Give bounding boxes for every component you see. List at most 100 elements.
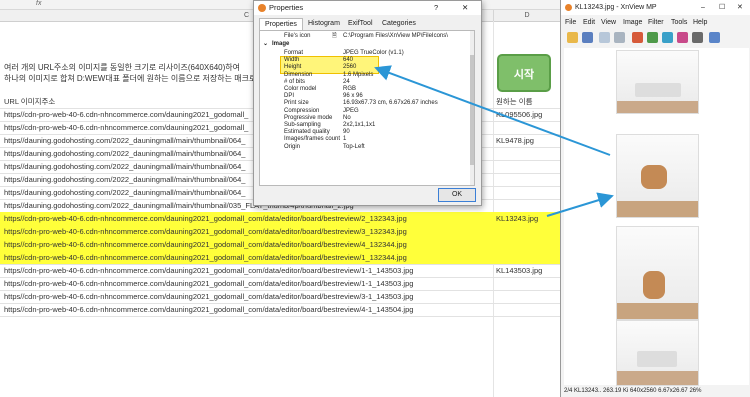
tab-exiftool[interactable]: ExifTool [343,18,378,29]
menu-filter[interactable]: Filter [648,17,664,28]
url-cell[interactable]: https//dauning.godohosting.com/2022_daun… [4,134,245,147]
name-cell[interactable]: KL13243.jpg [496,212,538,225]
browse-icon[interactable] [567,32,578,43]
url-cell[interactable]: https//cdn-pro-web-40-6.cdn-nhncommerce.… [4,251,407,264]
property-key: # of bits [284,78,306,85]
property-row[interactable]: Height 2560 [260,64,465,71]
start-button[interactable]: 시작 [497,54,551,92]
properties-dialog: Properties ? ✕ Properties Histogram Exif… [253,0,482,206]
effects-icon[interactable] [677,32,688,43]
url-header[interactable]: URL 이미지주소 [4,95,55,108]
column-header-d[interactable]: D [494,10,561,21]
table-row[interactable]: https//cdn-pro-web-40-6.cdn-nhncommerce.… [0,251,560,265]
xnview-window: KL13243.jpg - XnView MP – ☐ ✕ File Edit … [560,0,750,397]
close-button[interactable]: ✕ [462,1,468,15]
menu-image[interactable]: Image [623,17,642,28]
adjust-icon[interactable] [632,32,643,43]
property-key: Width [284,57,300,64]
property-value: 90 [343,129,350,136]
table-row[interactable]: https//cdn-pro-web-40-6.cdn-nhncommerce.… [0,290,560,304]
url-cell[interactable]: https//dauning.godohosting.com/2022_daun… [4,160,245,173]
ok-button[interactable]: OK [438,188,476,202]
url-cell[interactable]: https//cdn-pro-web-40-6.cdn-nhncommerce.… [4,121,248,134]
url-cell[interactable]: https//cdn-pro-web-40-6.cdn-nhncommerce.… [4,212,407,225]
property-key: Print size [284,100,309,107]
property-value: JPEG TrueColor (v1.1) [343,50,404,56]
fx-icon: fx [36,0,42,7]
property-row[interactable]: # of bits 24 [260,79,465,86]
minimize-icon[interactable]: – [701,0,705,15]
scrollbar-thumb[interactable] [470,55,474,165]
xnview-titlebar[interactable]: KL13243.jpg - XnView MP – ☐ ✕ [561,0,750,15]
name-header[interactable]: 원하는 이름 [496,95,533,108]
menu-file[interactable]: File [565,17,576,28]
property-row[interactable]: Width 640 [260,57,465,64]
property-row[interactable]: DPI 96 x 96 [260,93,465,100]
chair-photo-3 [616,226,699,320]
folder-icon[interactable] [614,32,625,43]
menu-help[interactable]: Help [693,17,707,28]
url-cell[interactable]: https//dauning.godohosting.com/2022_daun… [4,173,245,186]
tab-categories[interactable]: Categories [377,18,421,29]
xnview-statusbar: 2/4 KL13243.. 263.19 Ki 640x2560 6.67x26… [561,386,750,397]
rotate-icon[interactable] [662,32,673,43]
url-cell[interactable]: https//cdn-pro-web-40-6.cdn-nhncommerce.… [4,290,413,303]
table-row[interactable]: https//cdn-pro-web-40-6.cdn-nhncommerce.… [0,238,560,252]
menu-view[interactable]: View [601,17,616,28]
url-cell[interactable]: https//cdn-pro-web-40-6.cdn-nhncommerce.… [4,277,413,290]
close-icon[interactable]: ✕ [737,0,743,15]
property-value: 1 [343,136,347,143]
property-value: 1.6 Mpixels [343,71,374,78]
property-row[interactable]: Color model RGB [260,86,465,93]
tab-histogram[interactable]: Histogram [303,18,345,29]
table-row[interactable]: https//cdn-pro-web-40-6.cdn-nhncommerce.… [0,264,560,278]
table-row[interactable]: https//cdn-pro-web-40-6.cdn-nhncommerce.… [0,225,560,239]
property-value: 16.93x67.73 cm, 6.67x26.67 inches [343,100,438,107]
section-label: Image [272,41,290,47]
property-row[interactable]: Progressive mode No [260,115,465,122]
menu-edit[interactable]: Edit [583,17,595,28]
property-value: No [343,114,351,121]
table-row[interactable]: https//cdn-pro-web-40-6.cdn-nhncommerce.… [0,277,560,291]
property-row[interactable]: Print size 16.93x67.73 cm, 6.67x26.67 inc… [260,100,465,107]
url-cell[interactable]: https//dauning.godohosting.com/2022_daun… [4,147,245,160]
property-row[interactable]: Format JPEG TrueColor (v1.1) [260,50,465,57]
table-row[interactable]: https//cdn-pro-web-40-6.cdn-nhncommerce.… [0,212,560,226]
section-image[interactable]: ⌄ Image [260,41,465,48]
print-icon[interactable] [599,32,610,43]
histogram-icon[interactable] [709,32,720,43]
view-mode-icon[interactable] [692,32,703,43]
xnview-logo-icon [565,4,572,11]
properties-list: File's icon 🗎 C:\Program Files\XnView MP… [259,30,475,186]
properties-titlebar[interactable]: Properties ? ✕ [254,1,481,15]
url-cell[interactable]: https//dauning.godohosting.com/2022_daun… [4,186,245,199]
url-cell[interactable]: https//cdn-pro-web-40-6.cdn-nhncommerce.… [4,225,407,238]
property-key: Origin [284,143,301,150]
url-cell[interactable]: https//cdn-pro-web-40-6.cdn-nhncommerce.… [4,238,407,251]
property-key: File's icon [284,33,311,39]
property-row[interactable]: Dimension 1.6 Mpixels [260,72,465,79]
properties-scrollbar[interactable] [470,31,474,185]
name-cell[interactable]: KL143503.jpg [496,264,542,277]
table-row[interactable]: https//cdn-pro-web-40-6.cdn-nhncommerce.… [0,303,560,317]
property-row[interactable]: Images/frames count 1 [260,136,465,143]
property-key: Height [284,64,302,71]
url-cell[interactable]: https//cdn-pro-web-40-6.cdn-nhncommerce.… [4,303,413,316]
property-row[interactable]: Compression JPEG [260,108,465,115]
resize-icon[interactable] [647,32,658,43]
image-viewer[interactable] [564,48,749,386]
room-photo-4 [616,320,699,386]
menu-tools[interactable]: Tools [671,17,687,28]
property-row[interactable]: Origin Top-Left [260,144,465,151]
property-key: Images/frames count [284,136,341,143]
maximize-icon[interactable]: ☐ [719,0,725,15]
property-row[interactable]: Estimated quality 90 [260,129,465,136]
name-cell[interactable]: KL095506.jpg [496,108,542,121]
url-cell[interactable]: https//cdn-pro-web-40-6.cdn-nhncommerce.… [4,264,413,277]
url-cell[interactable]: https//cdn-pro-web-40-6.cdn-nhncommerce.… [4,108,248,121]
name-cell[interactable]: KL9478.jpg [496,134,534,147]
save-icon[interactable] [582,32,593,43]
tab-properties[interactable]: Properties [259,18,303,30]
property-row[interactable]: Sub-sampling 2x2,1x1,1x1 [260,122,465,129]
help-button[interactable]: ? [434,1,438,15]
